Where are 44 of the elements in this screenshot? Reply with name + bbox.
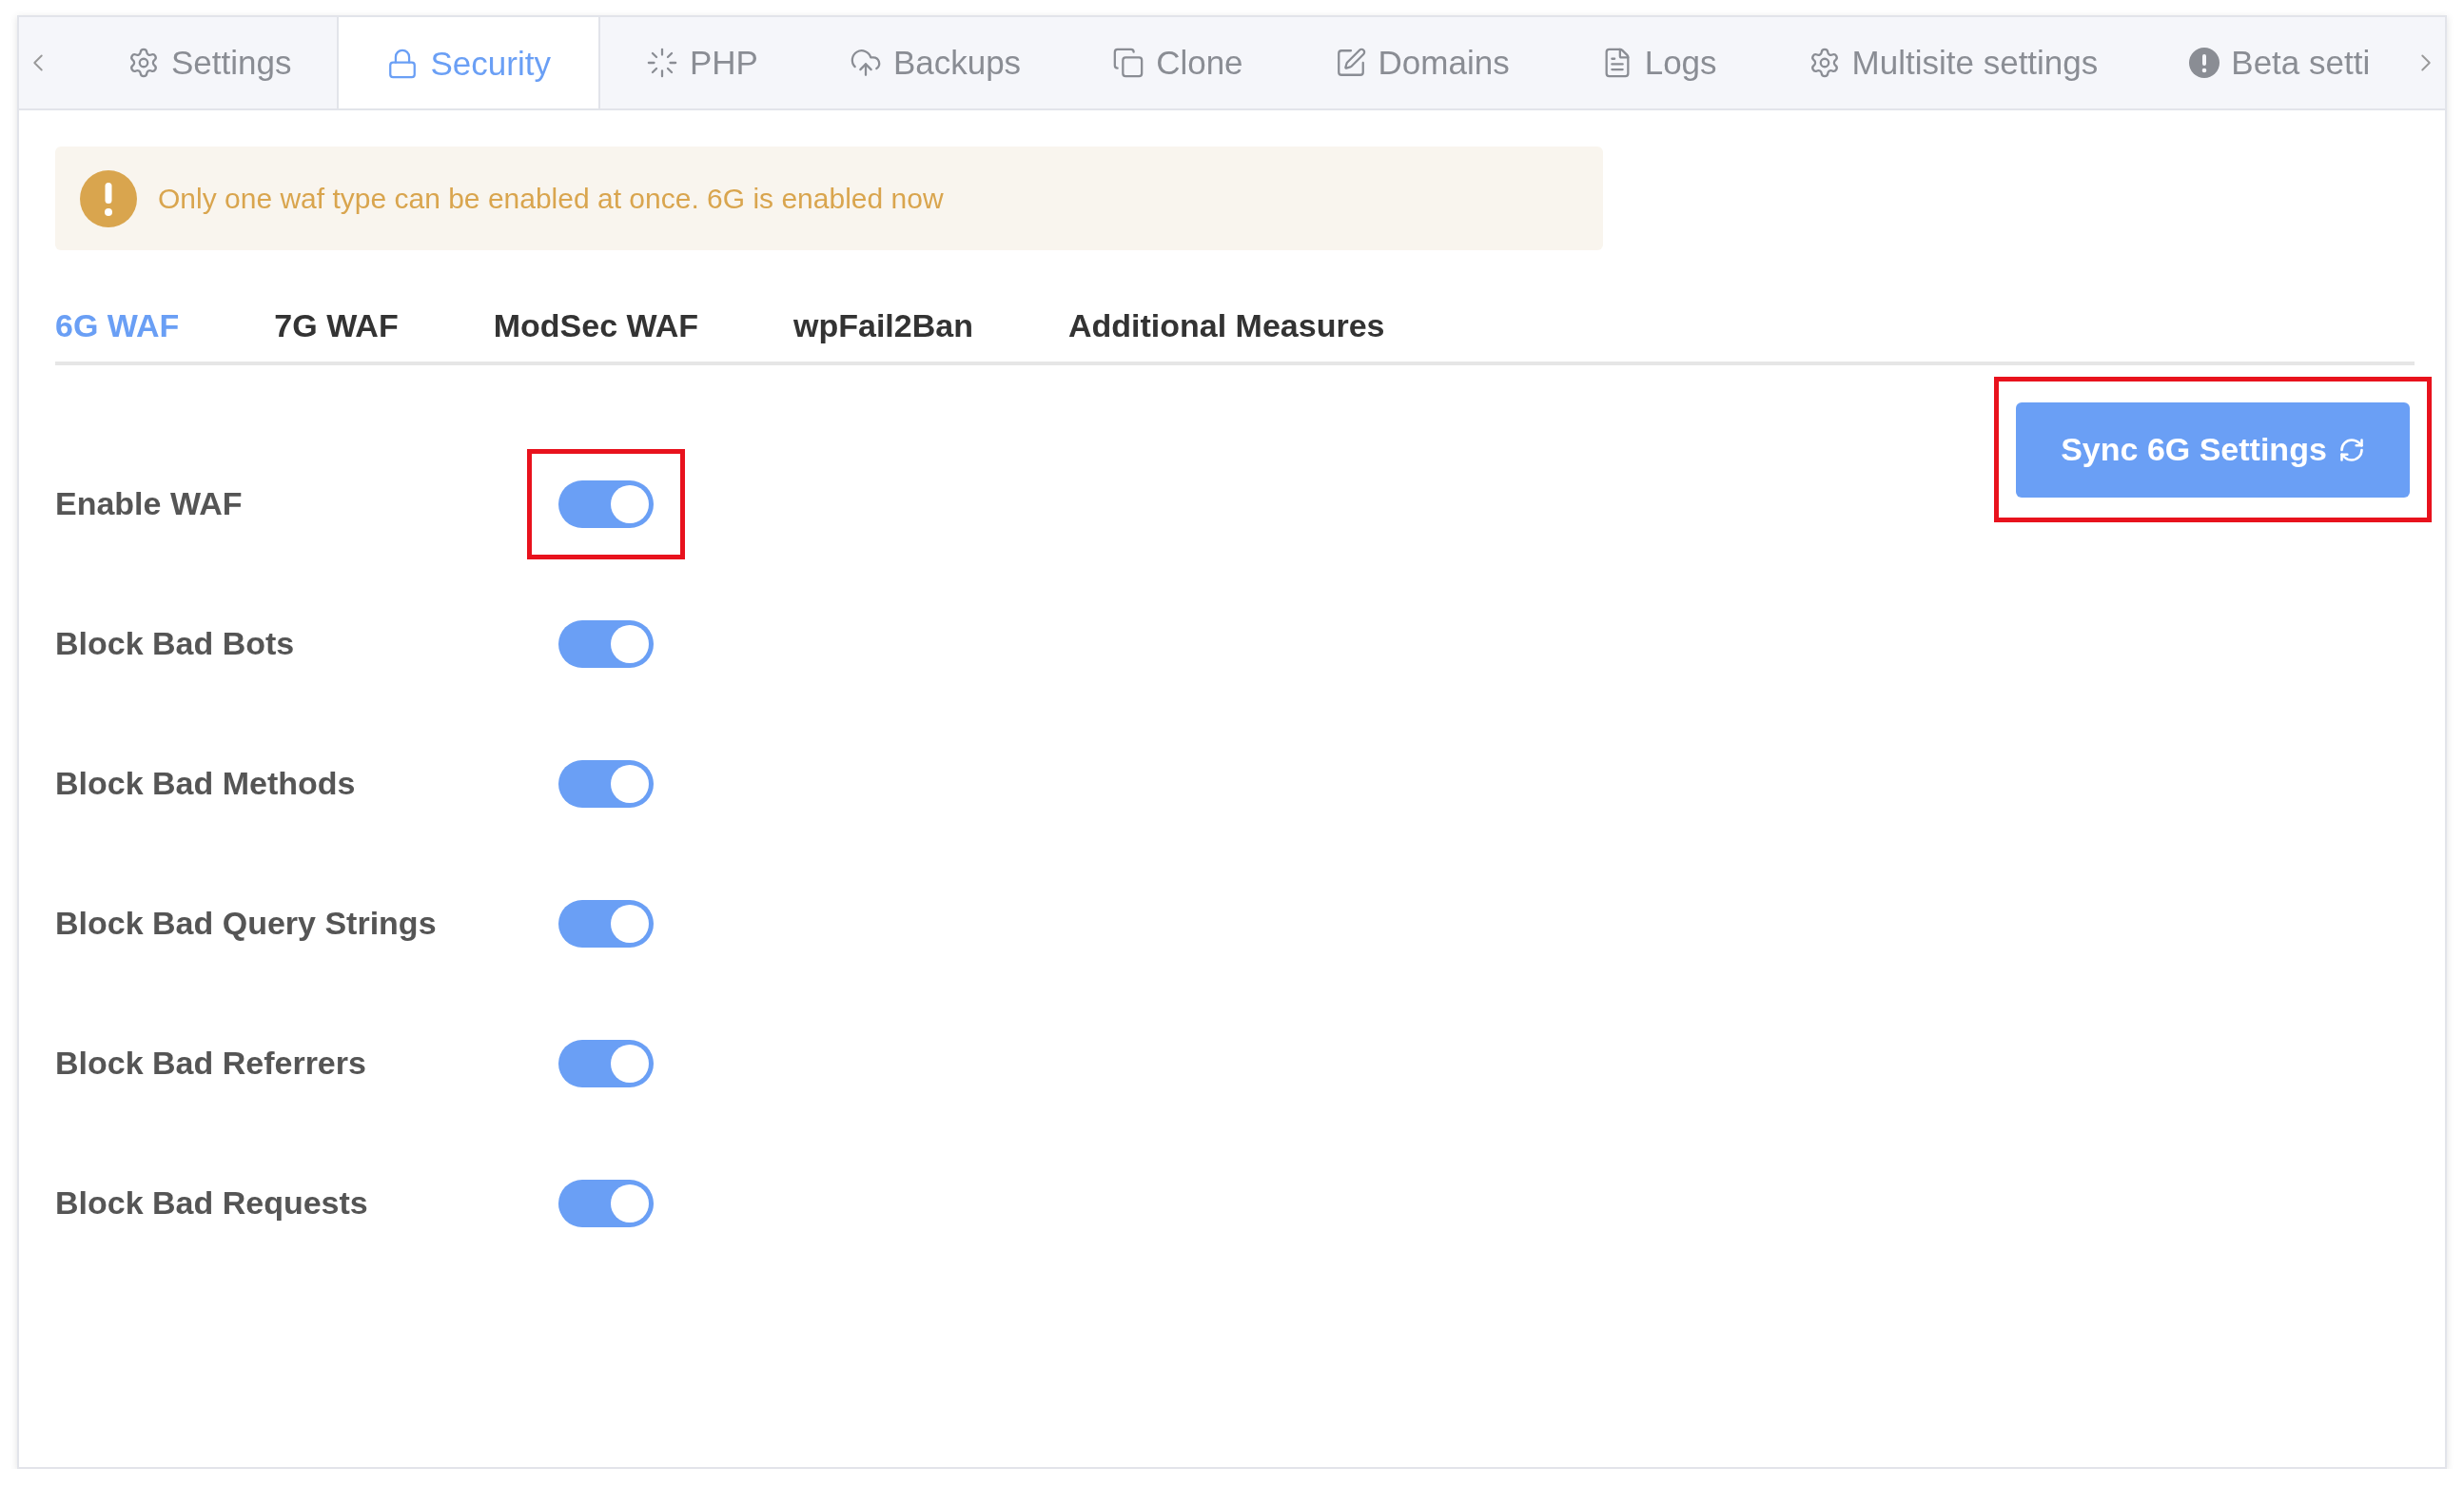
tab[interactable]: Multisite settings [1762,17,2144,108]
tab[interactable]: PHP [599,17,804,108]
tab[interactable]: Logs [1555,17,1763,108]
sub-tab[interactable]: 7G WAF [274,307,399,344]
exclamation-circle-icon [2189,48,2220,78]
setting-label: Block Bad Methods [55,765,357,802]
toggle-switch[interactable] [558,1179,654,1227]
setting-label: Block Bad Requests [55,1184,369,1222]
setting-label: Block Bad Bots [55,625,296,662]
tab[interactable]: Beta setti [2143,17,2407,108]
tab-label: Settings [171,44,292,82]
tab-label: Multisite settings [1851,44,2099,82]
toggle-switch[interactable] [558,899,654,948]
tab[interactable]: Settings [82,17,338,108]
setting-label: Block Bad Query Strings [55,905,438,942]
tab-label: Domains [1378,44,1510,82]
tab[interactable]: Domains [1288,17,1555,108]
tab-label: Logs [1644,44,1717,82]
tab[interactable]: Security [337,17,600,108]
sub-tab[interactable]: ModSec WAF [493,307,699,344]
toggle-switch[interactable] [558,619,654,668]
toggle-switch[interactable] [558,1039,654,1087]
setting-label: Enable WAF [55,485,244,522]
alert-message: Only one waf type can be enabled at once. 6G is enabled now [158,182,944,215]
loader-icon [645,47,678,79]
tab-label: Backups [892,44,1022,82]
tab[interactable]: Clone [1066,17,1289,108]
sub-tab[interactable]: 6G WAF [55,307,180,344]
toggle-switch[interactable] [558,759,654,808]
sub-tab[interactable]: Additional Measures [1067,307,1385,344]
copy-icon [1112,47,1145,79]
tab-label: Clone [1156,44,1243,82]
warning-icon [80,169,137,227]
cloud-upload-icon [849,47,882,79]
sub-tab[interactable]: wpFail2Ban [793,307,973,344]
tab[interactable]: Backups [803,17,1067,108]
tab-label: Security [430,45,551,83]
tab-label: PHP [689,44,758,82]
gear-icon [127,47,160,79]
tab-label: Beta setti [2231,44,2371,82]
refresh-icon [2337,436,2365,463]
sync-button[interactable]: Sync 6G Settings [2016,401,2410,498]
setting-label: Block Bad Referrers [55,1045,367,1082]
toggle-switch[interactable] [558,479,654,528]
